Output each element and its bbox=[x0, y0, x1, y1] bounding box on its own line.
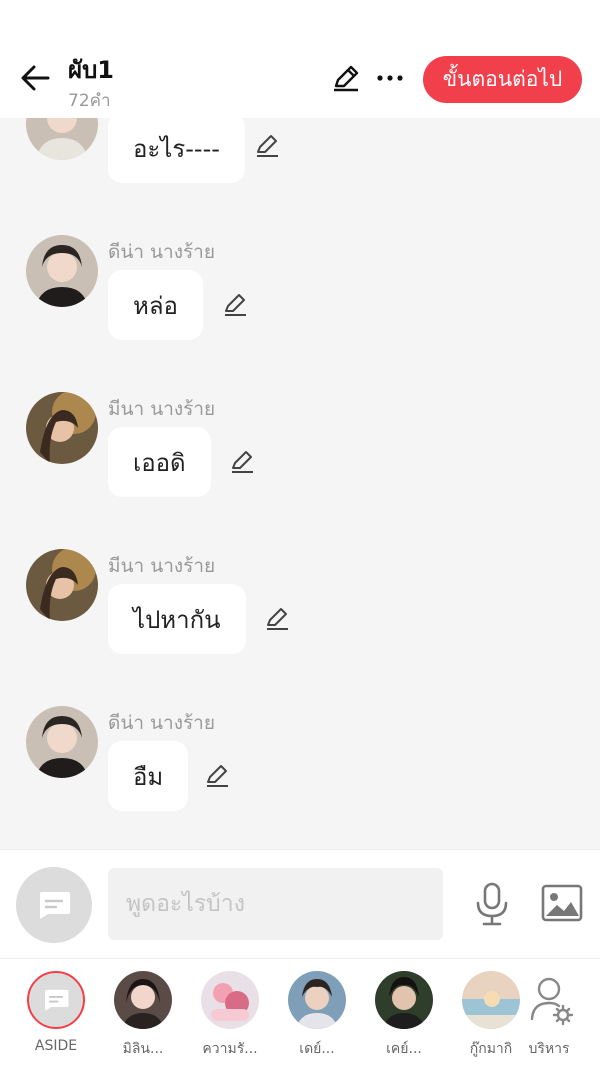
chat-bubble-icon bbox=[45, 989, 69, 1011]
avatar[interactable] bbox=[26, 235, 98, 307]
message-bubble[interactable]: ไปหากัน bbox=[108, 584, 246, 654]
message-bubble[interactable]: หล่อ bbox=[108, 270, 203, 340]
image-icon[interactable] bbox=[540, 883, 584, 923]
avatar bbox=[288, 971, 346, 1029]
avatar bbox=[114, 971, 172, 1029]
avatar bbox=[375, 971, 433, 1029]
microphone-icon[interactable] bbox=[470, 881, 514, 927]
message-text: อืม bbox=[133, 762, 164, 791]
top-bar: ผับ1 72คำ ขั้นตอนต่อไป bbox=[0, 0, 600, 118]
back-arrow-icon[interactable] bbox=[18, 60, 54, 96]
pencil-icon[interactable] bbox=[228, 448, 256, 476]
nav-item-aside[interactable]: ASIDE bbox=[16, 971, 96, 1063]
nav-item-character[interactable]: เดย์... bbox=[277, 971, 357, 1063]
nav-label: ASIDE bbox=[34, 1038, 78, 1054]
chat-area: อะไร---- ดีน่า นางร้าย หล่อ มีนา นางร้าย… bbox=[0, 118, 600, 849]
pencil-icon[interactable] bbox=[330, 62, 362, 94]
nav-label: มิลิน... bbox=[122, 1041, 164, 1057]
avatar[interactable] bbox=[26, 549, 98, 621]
nav-label: เดย์... bbox=[299, 1041, 335, 1057]
pencil-icon[interactable] bbox=[221, 291, 249, 319]
pencil-icon[interactable] bbox=[253, 132, 281, 160]
message-item: มีนา นางร้าย ไปหากัน bbox=[0, 549, 600, 689]
pencil-icon[interactable] bbox=[263, 605, 291, 633]
composer-bar bbox=[0, 849, 600, 958]
chat-bubble-icon bbox=[40, 892, 70, 919]
nav-item-character[interactable]: มิลิน... bbox=[103, 971, 183, 1063]
page-title: ผับ1 bbox=[68, 56, 114, 84]
avatar[interactable] bbox=[26, 118, 98, 160]
aside-toggle-button[interactable] bbox=[16, 867, 92, 943]
sender-name: มีนา นางร้าย bbox=[108, 555, 216, 577]
next-step-button[interactable]: ขั้นตอนต่อไป bbox=[423, 56, 582, 103]
nav-label: บริหาร bbox=[528, 1041, 570, 1057]
sender-name: ดีน่า นางร้าย bbox=[108, 241, 215, 263]
aside-avatar bbox=[27, 971, 85, 1029]
nav-item-character[interactable]: เคย์... bbox=[364, 971, 444, 1063]
message-text: เออดิ bbox=[133, 448, 186, 477]
message-item: ดีน่า นางร้าย อืม bbox=[0, 706, 600, 846]
nav-item-manage[interactable]: บริหาร bbox=[509, 971, 589, 1063]
nav-label: เคย์... bbox=[386, 1041, 422, 1057]
character-nav: ASIDE มิลิน... ความรั... เดย์... เคย์...… bbox=[0, 958, 600, 1067]
message-bubble[interactable]: เออดิ bbox=[108, 427, 211, 497]
message-bubble[interactable]: อืม bbox=[108, 741, 189, 811]
message-item: มีนา นางร้าย เออดิ bbox=[0, 392, 600, 532]
message-item: อะไร---- bbox=[0, 118, 600, 218]
sender-name: ดีน่า นางร้าย bbox=[108, 712, 215, 734]
avatar[interactable] bbox=[26, 706, 98, 778]
avatar[interactable] bbox=[26, 392, 98, 464]
user-gear-icon bbox=[520, 971, 578, 1029]
pencil-icon[interactable] bbox=[203, 762, 231, 790]
avatar bbox=[201, 971, 259, 1029]
message-item: ดีน่า นางร้าย หล่อ bbox=[0, 235, 600, 375]
message-text: หล่อ bbox=[133, 291, 178, 320]
message-text: อะไร---- bbox=[133, 134, 220, 163]
nav-item-character[interactable]: ความรั... bbox=[190, 971, 270, 1063]
message-bubble[interactable]: อะไร---- bbox=[108, 118, 245, 183]
sender-name: มีนา นางร้าย bbox=[108, 398, 216, 420]
message-text: ไปหากัน bbox=[133, 605, 221, 634]
more-icon[interactable] bbox=[374, 62, 406, 94]
message-input[interactable] bbox=[108, 868, 443, 940]
word-count: 72คำ bbox=[68, 91, 111, 111]
nav-label: ความรั... bbox=[202, 1041, 258, 1057]
